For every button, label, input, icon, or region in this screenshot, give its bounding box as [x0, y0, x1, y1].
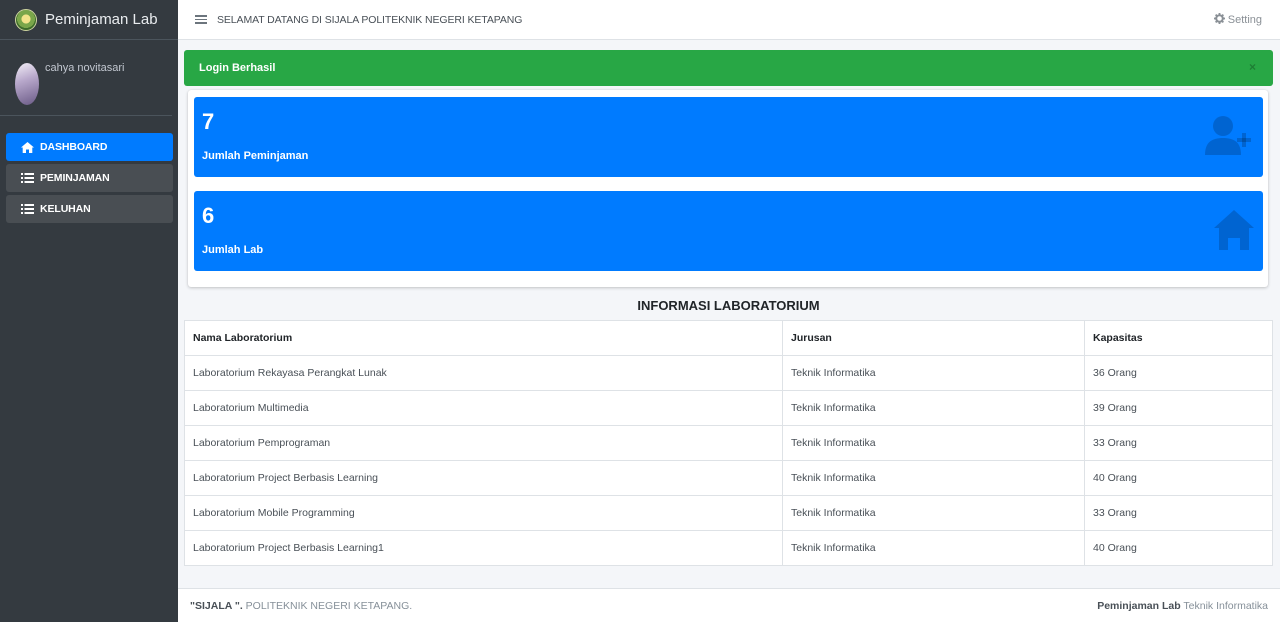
table-row: Laboratorium Pemprograman Teknik Informa… [184, 425, 1273, 461]
table-row: Laboratorium Project Berbasis Learning1 … [184, 530, 1273, 566]
cell-jurusan: Teknik Informatika [782, 495, 1085, 531]
list-icon [20, 203, 34, 215]
cell-jurusan: Teknik Informatika [782, 425, 1085, 461]
cell-kapasitas: 40 Orang [1084, 530, 1273, 566]
home-icon [20, 141, 34, 153]
cell-jurusan: Teknik Informatika [782, 355, 1085, 391]
footer-left: "SIJALA ". POLITEKNIK NEGERI KETAPANG. [190, 600, 412, 612]
footer-institution: POLITEKNIK NEGERI KETAPANG. [242, 599, 413, 612]
table-row: Laboratorium Mobile Programming Teknik I… [184, 495, 1273, 531]
footer-app-name: Peminjaman Lab [1097, 599, 1181, 612]
user-plus-icon [1205, 115, 1255, 159]
stat-box-lab: 6 Jumlah Lab [194, 191, 1263, 271]
cell-kapasitas: 33 Orang [1084, 425, 1273, 461]
top-navbar: SELAMAT DATANG DI SIJALA POLITEKNIK NEGE… [178, 0, 1280, 40]
cell-nama: Laboratorium Pemprograman [184, 425, 783, 461]
login-success-alert: Login Berhasil × [184, 50, 1273, 86]
cell-kapasitas: 39 Orang [1084, 390, 1273, 426]
close-icon[interactable]: × [1249, 61, 1259, 73]
column-header-kapasitas: Kapasitas [1084, 320, 1273, 356]
cell-kapasitas: 40 Orang [1084, 460, 1273, 496]
cell-nama: Laboratorium Mobile Programming [184, 495, 783, 531]
footer-department: Teknik Informatika [1180, 599, 1268, 612]
sidebar-item-dashboard[interactable]: DASHBOARD [6, 133, 173, 161]
footer: "SIJALA ". POLITEKNIK NEGERI KETAPANG. P… [178, 588, 1280, 622]
cell-nama: Laboratorium Rekayasa Perangkat Lunak [184, 355, 783, 391]
stat-value: 7 [202, 109, 215, 134]
table-header-row: Nama Laboratorium Jurusan Kapasitas [184, 320, 1273, 356]
sidebar-item-peminjaman[interactable]: PEMINJAMAN [6, 164, 173, 192]
avatar [15, 63, 39, 105]
cell-jurusan: Teknik Informatika [782, 530, 1085, 566]
footer-right: Peminjaman Lab Teknik Informatika [1097, 600, 1268, 612]
user-name[interactable]: cahya novitasari [45, 62, 125, 74]
column-header-jurusan: Jurusan [782, 320, 1085, 356]
cell-nama: Laboratorium Project Berbasis Learning [184, 460, 783, 496]
cell-jurusan: Teknik Informatika [782, 460, 1085, 496]
stats-card: 7 Jumlah Peminjaman 6 Jumlah Lab [188, 90, 1268, 287]
setting-link[interactable]: Setting [1213, 13, 1262, 27]
menu-toggle-icon[interactable] [195, 15, 207, 24]
alert-text: Login Berhasil [199, 62, 276, 74]
user-panel: cahya novitasari [0, 40, 172, 116]
stat-label: Jumlah Peminjaman [202, 150, 309, 162]
stat-box-peminjaman: 7 Jumlah Peminjaman [194, 97, 1263, 177]
cell-nama: Laboratorium Multimedia [184, 390, 783, 426]
cell-kapasitas: 33 Orang [1084, 495, 1273, 531]
lab-table: Nama Laboratorium Jurusan Kapasitas Labo… [184, 320, 1273, 566]
sidebar-item-label: PEMINJAMAN [40, 172, 110, 184]
welcome-text: SELAMAT DATANG DI SIJALA POLITEKNIK NEGE… [217, 13, 523, 26]
setting-label: Setting [1227, 14, 1262, 26]
sidebar: Peminjaman Lab cahya novitasari DASHBOAR… [0, 0, 178, 622]
stat-value: 6 [202, 203, 215, 228]
cell-jurusan: Teknik Informatika [782, 390, 1085, 426]
footer-brand: "SIJALA ". [190, 599, 243, 612]
sidebar-nav: DASHBOARD PEMINJAMAN KELUHAN [0, 116, 178, 223]
table-row: Laboratorium Rekayasa Perangkat Lunak Te… [184, 355, 1273, 391]
cell-kapasitas: 36 Orang [1084, 355, 1273, 391]
home-icon [1205, 209, 1255, 253]
table-row: Laboratorium Multimedia Teknik Informati… [184, 390, 1273, 426]
brand-link[interactable]: Peminjaman Lab [0, 0, 178, 40]
list-icon [20, 172, 34, 184]
sidebar-item-label: DASHBOARD [40, 141, 108, 153]
column-header-nama: Nama Laboratorium [184, 320, 783, 356]
sidebar-item-label: KELUHAN [40, 203, 91, 215]
gear-icon [1213, 13, 1225, 27]
brand-logo [15, 8, 37, 31]
stat-label: Jumlah Lab [202, 244, 264, 256]
table-title: INFORMASI LABORATORIUM [637, 298, 820, 313]
sidebar-item-keluhan[interactable]: KELUHAN [6, 195, 173, 223]
cell-nama: Laboratorium Project Berbasis Learning1 [184, 530, 783, 566]
brand-text: Peminjaman Lab [45, 11, 158, 28]
table-row: Laboratorium Project Berbasis Learning T… [184, 460, 1273, 496]
